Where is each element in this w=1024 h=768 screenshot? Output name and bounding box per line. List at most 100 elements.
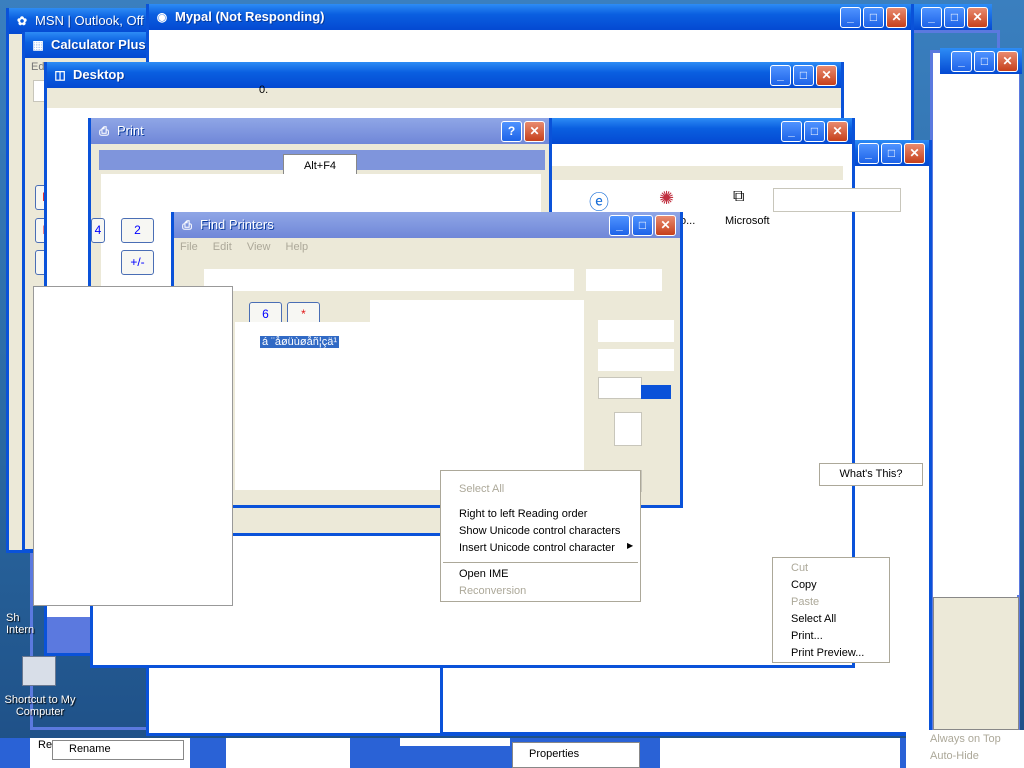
find-printers-title: Find Printers <box>200 217 274 232</box>
calc-button-plus-minus[interactable]: +/- <box>121 250 154 275</box>
find-printers-field-3[interactable] <box>598 377 642 399</box>
maximize-button[interactable]: □ <box>881 143 902 164</box>
calc-button-4[interactable]: 4 <box>91 218 105 243</box>
menu-item-rtl-reading-order[interactable]: Right to left Reading order <box>459 508 587 520</box>
print-titlebar: ⎙ Print ? ✕ <box>91 118 549 144</box>
bottom-panel-2 <box>226 738 350 768</box>
ghost-titlebar-right-2: _ □ ✕ <box>940 48 1022 74</box>
menu-item-open-ime[interactable]: Open IME <box>459 568 509 580</box>
find-printers-field-4[interactable] <box>614 412 642 446</box>
minimize-button[interactable]: _ <box>951 51 972 72</box>
edit-context-menu: Select All Right to left Reading order S… <box>440 470 641 602</box>
mypal-title: Mypal (Not Responding) <box>175 9 325 24</box>
find-printers-icon: ⎙ <box>182 218 192 232</box>
right-panel-gray <box>933 597 1019 730</box>
find-printers-field-2[interactable] <box>598 349 674 371</box>
close-button[interactable]: ✕ <box>886 7 907 28</box>
find-printers-name-field[interactable] <box>204 269 574 291</box>
menu-item-print[interactable]: Print... <box>791 630 823 642</box>
my-computer-icon[interactable] <box>22 656 56 686</box>
ie-icon: ⓔ <box>589 192 609 214</box>
selected-text-value: á ¨åøüùøåñ¦çä¹ <box>262 336 338 348</box>
icon-toolbar-strip <box>543 166 843 180</box>
msn-title: MSN | Outlook, Off <box>35 13 144 28</box>
bottom-panel-3 <box>400 738 510 746</box>
menu-item-paste[interactable]: Paste <box>791 596 819 608</box>
maximize-button[interactable]: □ <box>974 51 995 72</box>
desktop-titlebar: ◫ Desktop _ □ ✕ <box>47 62 841 88</box>
bg-dialog-field[interactable] <box>773 188 901 212</box>
close-button[interactable]: ✕ <box>655 215 676 236</box>
minimize-button[interactable]: _ <box>921 7 942 28</box>
whats-this-popup[interactable]: What's This? <box>819 463 923 486</box>
maximize-button[interactable]: □ <box>804 121 825 142</box>
find-printers-button-placeholder[interactable] <box>586 269 662 291</box>
minimize-button[interactable]: _ <box>840 7 861 28</box>
menu-item-copy[interactable]: Copy <box>791 579 817 591</box>
msn-titlebar: ✿ MSN | Outlook, Off <box>9 8 153 34</box>
blue-selection-box <box>641 385 671 399</box>
menu-view[interactable]: View <box>247 241 271 253</box>
menu-item-show-unicode[interactable]: Show Unicode control characters <box>459 525 620 537</box>
desktop-title: Desktop <box>73 67 125 82</box>
menu-item-select-all-browser[interactable]: Select All <box>791 613 836 625</box>
maximize-button[interactable]: □ <box>632 215 653 236</box>
close-button[interactable]: ✕ <box>967 7 988 28</box>
close-button[interactable]: ✕ <box>816 65 837 86</box>
microsoft-32-icon: ⧉ <box>733 188 745 205</box>
mypal-icon: ◉ <box>156 10 168 24</box>
calculator-title: Calculator Plus <box>51 37 146 52</box>
always-on-top-option[interactable]: Always on Top <box>930 733 1001 745</box>
auto-hide-option[interactable]: Auto-Hide <box>930 750 979 762</box>
text-editor-panel <box>33 286 233 606</box>
submenu-arrow-icon: ▶ <box>627 541 634 550</box>
menu-item-print-preview[interactable]: Print Preview... <box>791 647 864 659</box>
minimize-button[interactable]: _ <box>858 143 879 164</box>
close-button[interactable]: ✕ <box>524 121 545 142</box>
help-button[interactable]: ? <box>501 121 522 142</box>
calculator-menu-edit[interactable]: Ed <box>31 61 44 73</box>
selected-unicode-text[interactable]: á ¨åøüùøåñ¦çä¹ <box>260 336 340 348</box>
re-label: Re <box>38 739 53 751</box>
bottom-panel-4 <box>660 738 900 768</box>
desktop-icon-label-2[interactable]: Microsoft <box>725 215 770 227</box>
mypal-titlebar: ◉ Mypal (Not Responding) _ □ ✕ <box>149 4 911 30</box>
calculator-titlebar: ▦ Calculator Plus <box>25 32 149 58</box>
minimize-button[interactable]: _ <box>770 65 791 86</box>
maximize-button[interactable]: □ <box>793 65 814 86</box>
menu-item-select-all[interactable]: Select All <box>459 483 504 495</box>
menu-help[interactable]: Help <box>286 241 309 253</box>
right-panel-white <box>933 70 1019 595</box>
app-icon-red: ✺ <box>659 188 675 208</box>
shortcut-my-computer-label[interactable]: Shortcut to My Computer <box>0 694 80 718</box>
close-button[interactable]: ✕ <box>904 143 925 164</box>
menu-file[interactable]: File <box>180 241 198 253</box>
properties-label: Properties <box>529 748 580 760</box>
printer-icon: ⎙ <box>99 124 109 138</box>
properties-menu-item[interactable]: Properties <box>512 742 640 768</box>
internet-shortcut-label[interactable]: Sh Intern <box>6 612 36 636</box>
menu-item-insert-unicode[interactable]: Insert Unicode control character <box>459 542 615 554</box>
maximize-button[interactable]: □ <box>863 7 884 28</box>
minimize-button[interactable]: _ <box>609 215 630 236</box>
calc-button-2[interactable]: 2 <box>121 218 154 243</box>
find-printers-menubar: File Edit View Help <box>180 241 320 253</box>
minimize-button[interactable]: _ <box>781 121 802 142</box>
maximize-button[interactable]: □ <box>944 7 965 28</box>
close-button[interactable]: ✕ <box>997 51 1018 72</box>
menu-edit[interactable]: Edit <box>213 241 232 253</box>
close-button[interactable]: ✕ <box>827 121 848 142</box>
desktop-toolbar-strip <box>47 88 841 108</box>
menu-item-cut[interactable]: Cut <box>791 562 808 574</box>
desktop-icon: ◫ <box>54 68 66 82</box>
calculator-icon: ▦ <box>32 38 44 52</box>
print-title: Print <box>117 123 144 138</box>
rename-menu-item[interactable]: Rename <box>52 740 184 760</box>
menu-item-reconversion[interactable]: Reconversion <box>459 585 526 597</box>
ghost-titlebar-right: _ □ ✕ <box>912 4 992 30</box>
desktop-display-value: 0. <box>259 84 269 96</box>
find-printers-titlebar: ⎙ Find Printers _ □ ✕ <box>174 212 680 238</box>
msn-butterfly-icon: ✿ <box>16 14 28 28</box>
find-printers-field-1[interactable] <box>598 320 674 342</box>
browser-context-menu: Cut Copy Paste Select All Print... Print… <box>772 557 890 663</box>
